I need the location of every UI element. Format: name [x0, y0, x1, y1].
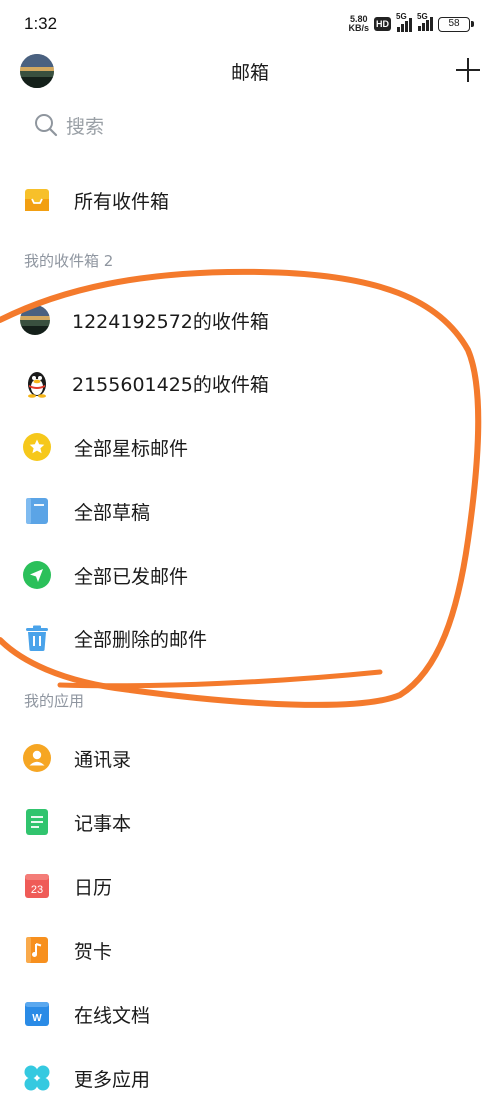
page-title: 邮箱: [230, 62, 269, 84]
drafts-label: 全部草稿: [74, 501, 151, 524]
inbox-item-2155601425[interactable]: 2155601425的收件箱: [0, 355, 500, 411]
battery-icon: 58: [438, 16, 474, 32]
section-my-apps: 我的应用: [24, 692, 85, 710]
signal-label: 5G: [396, 11, 407, 21]
section-my-inboxes: 我的收件箱 2: [24, 252, 114, 270]
inbox-item-label: 2155601425的收件箱: [72, 373, 269, 396]
search-placeholder: 搜索: [66, 115, 105, 138]
calendar-item[interactable]: 23 日历: [0, 858, 500, 914]
sent-mail-item[interactable]: 全部已发邮件: [0, 547, 500, 603]
deleted-mail-label: 全部删除的邮件: [74, 628, 208, 651]
starred-mail-label: 全部星标邮件: [74, 437, 189, 460]
search-bar[interactable]: 搜索: [34, 110, 104, 140]
status-bar: 1:32 5.80 KB/s HD 5G 5G 58: [0, 0, 500, 48]
online-doc-label: 在线文档: [74, 1004, 151, 1027]
contacts-item[interactable]: 通讯录: [0, 730, 500, 786]
greeting-card-label: 贺卡: [74, 940, 113, 963]
online-doc-item[interactable]: W 在线文档: [0, 986, 500, 1042]
signal-label-2: 5G: [417, 12, 428, 21]
notepad-label: 记事本: [74, 812, 132, 835]
deleted-mail-item[interactable]: 全部删除的邮件: [0, 610, 500, 666]
status-time: 1:32: [24, 14, 58, 33]
contacts-icon: [23, 744, 51, 772]
qq-penguin-icon: [23, 369, 51, 398]
signal-icon-2: 5G: [417, 12, 433, 31]
send-icon: [23, 561, 51, 589]
hd-badge: HD: [374, 17, 391, 31]
greeting-card-icon: [23, 936, 51, 964]
draft-icon: [23, 497, 51, 525]
online-doc-icon-letter: W: [32, 1013, 42, 1024]
inbox-item-label: 1224192572的收件箱: [72, 310, 269, 333]
photo-avatar-icon: [20, 305, 51, 335]
online-doc-icon: W: [23, 1000, 51, 1028]
contacts-label: 通讯录: [74, 748, 132, 771]
inbox-icon: [23, 186, 51, 214]
net-speed: 5.80 KB/s: [348, 15, 369, 33]
drafts-item[interactable]: 全部草稿: [0, 483, 500, 539]
notepad-item[interactable]: 记事本: [0, 794, 500, 850]
all-inbox-item[interactable]: 所有收件箱: [0, 172, 500, 228]
notepad-icon: [23, 808, 51, 836]
calendar-icon-date: 23: [31, 884, 43, 896]
calendar-icon: 23: [23, 872, 51, 900]
add-button[interactable]: [452, 54, 484, 86]
inbox-item-1224192572[interactable]: 1224192572的收件箱: [0, 292, 500, 348]
signal-icon: 5G: [396, 12, 412, 32]
calendar-label: 日历: [74, 876, 113, 899]
more-apps-label: 更多应用: [74, 1068, 151, 1091]
app-header: 邮箱: [0, 48, 500, 96]
sent-mail-label: 全部已发邮件: [74, 565, 189, 588]
status-indicators: 5.80 KB/s HD 5G 5G 58: [348, 12, 474, 33]
net-speed-unit: KB/s: [348, 23, 369, 33]
search-icon: [35, 114, 58, 137]
all-inbox-label: 所有收件箱: [74, 190, 170, 213]
more-apps-item[interactable]: 更多应用: [0, 1050, 500, 1097]
starred-mail-item[interactable]: 全部星标邮件: [0, 419, 500, 475]
more-apps-icon: [23, 1064, 51, 1092]
star-icon: [23, 433, 51, 461]
trash-icon: [23, 624, 51, 652]
greeting-card-item[interactable]: 贺卡: [0, 922, 500, 978]
